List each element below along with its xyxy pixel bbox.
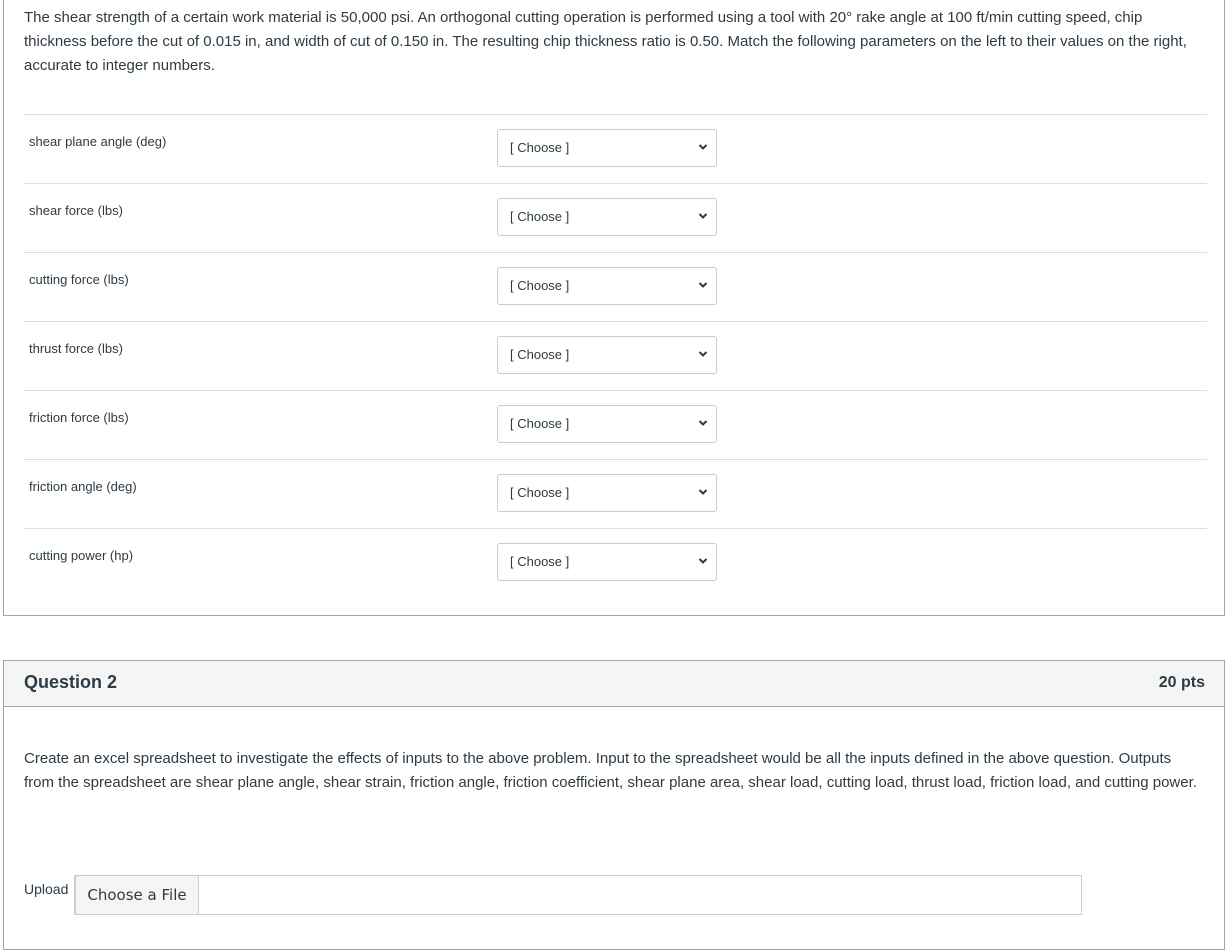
file-upload-field[interactable]: Choose a File (74, 875, 1082, 915)
question-1-prompt: The shear strength of a certain work mat… (24, 9, 1187, 74)
match-row: thrust force (lbs) [ Choose ] (24, 321, 1207, 390)
match-label: cutting force (lbs) (29, 272, 129, 287)
chevron-down-icon (698, 144, 708, 150)
answer-select[interactable]: [ Choose ] (497, 474, 717, 512)
match-row: friction force (lbs) [ Choose ] (24, 390, 1207, 459)
chevron-down-icon (698, 420, 708, 426)
chevron-down-icon (698, 558, 708, 564)
match-row: cutting power (hp) [ Choose ] (24, 528, 1207, 597)
match-row: shear force (lbs) [ Choose ] (24, 183, 1207, 252)
select-value: [ Choose ] (510, 554, 570, 569)
chevron-down-icon (698, 213, 708, 219)
match-row: friction angle (deg) [ Choose ] (24, 459, 1207, 528)
match-label: shear force (lbs) (29, 203, 123, 218)
select-value: [ Choose ] (510, 416, 570, 431)
answer-select[interactable]: [ Choose ] (497, 543, 717, 581)
chevron-down-icon (698, 351, 708, 357)
select-value: [ Choose ] (510, 278, 570, 293)
select-value: [ Choose ] (510, 347, 570, 362)
answer-select[interactable]: [ Choose ] (497, 336, 717, 374)
match-label: shear plane angle (deg) (29, 134, 167, 149)
select-value: [ Choose ] (510, 485, 570, 500)
match-label: thrust force (lbs) (29, 341, 123, 356)
chevron-down-icon (698, 282, 708, 288)
select-value: [ Choose ] (510, 209, 570, 224)
answer-select[interactable]: [ Choose ] (497, 198, 717, 236)
question-2-prompt: Create an excel spreadsheet to investiga… (24, 750, 1197, 791)
question-1-panel: The shear strength of a certain work mat… (3, 0, 1225, 616)
question-2-panel: Question 2 20 pts Create an excel spread… (3, 660, 1225, 950)
answer-select[interactable]: [ Choose ] (497, 405, 717, 443)
upload-label: Upload (24, 881, 69, 897)
match-label: friction angle (deg) (29, 479, 137, 494)
match-label: friction force (lbs) (29, 410, 129, 425)
question-points: 20 pts (1158, 674, 1205, 691)
question-2-header: Question 2 20 pts (4, 661, 1224, 707)
match-row: cutting force (lbs) [ Choose ] (24, 252, 1207, 321)
select-value: [ Choose ] (510, 140, 570, 155)
answer-select[interactable]: [ Choose ] (497, 129, 717, 167)
question-title: Question 2 (24, 672, 118, 692)
match-label: cutting power (hp) (29, 548, 134, 563)
match-row: shear plane angle (deg) [ Choose ] (24, 114, 1207, 183)
chevron-down-icon (698, 489, 708, 495)
choose-file-button[interactable]: Choose a File (75, 875, 199, 915)
answer-select[interactable]: [ Choose ] (497, 267, 717, 305)
